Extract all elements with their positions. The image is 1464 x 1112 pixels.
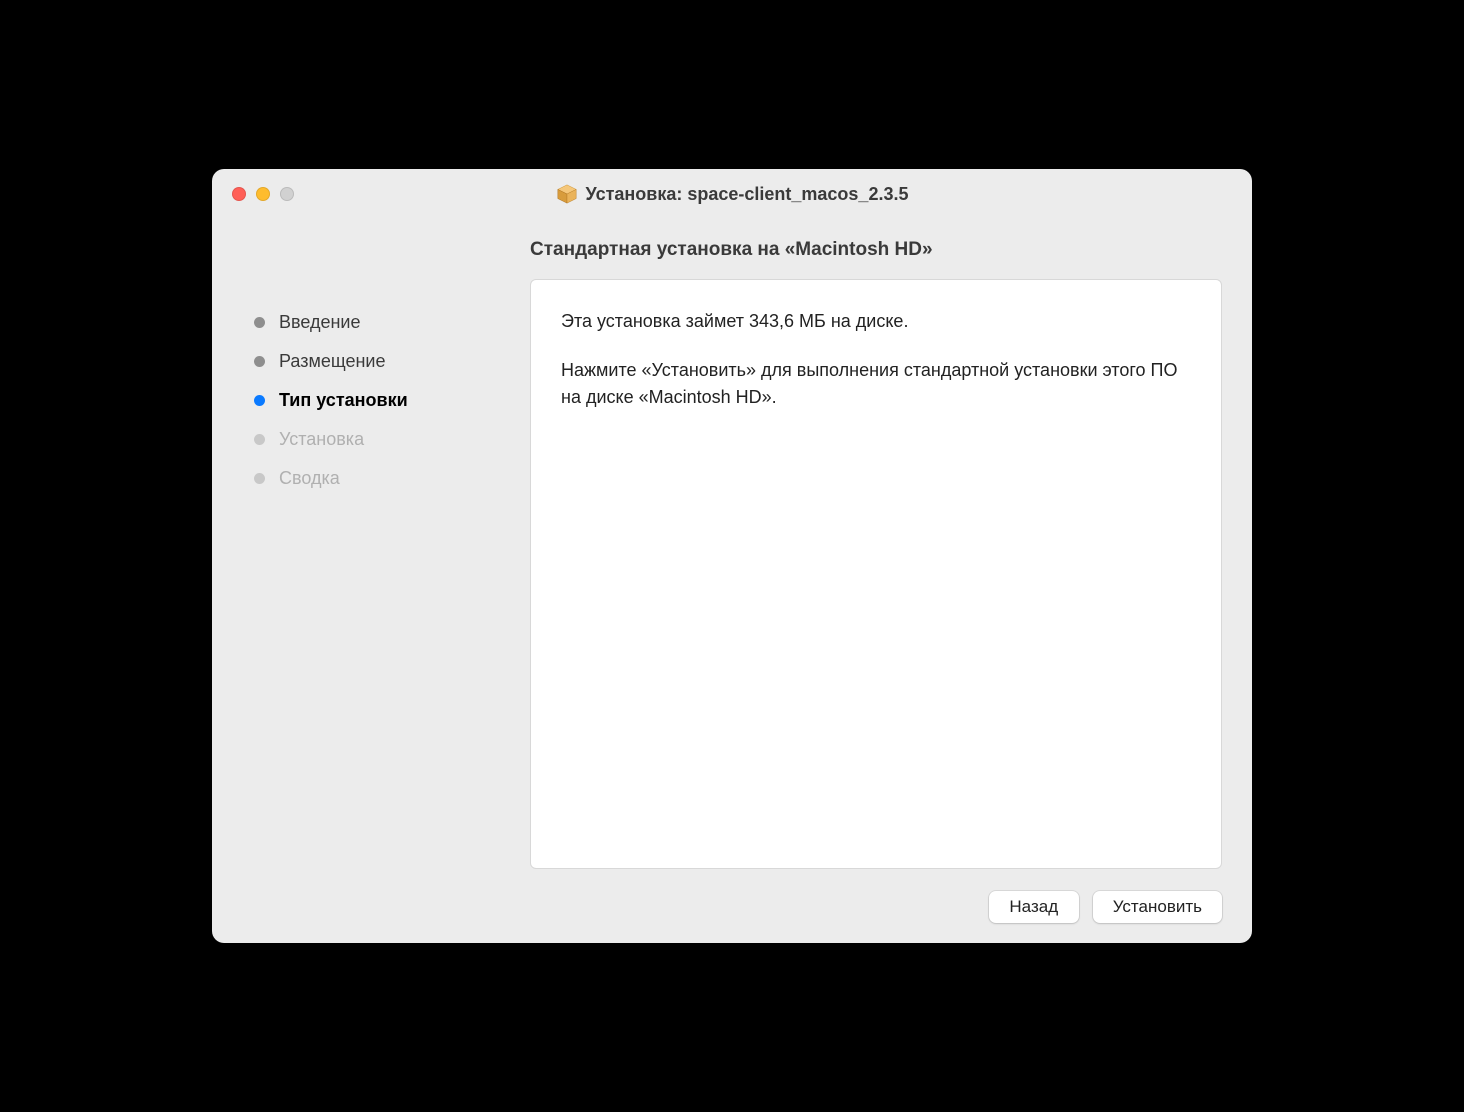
step-destination: Размещение (242, 342, 510, 381)
step-introduction: Введение (242, 303, 510, 342)
step-dot-icon (254, 434, 265, 445)
button-row: Назад Установить (242, 869, 1222, 923)
installer-window: Установка: space-client_macos_2.3.5 Стан… (212, 169, 1252, 943)
step-installation-type: Тип установки (242, 381, 510, 420)
step-summary: Сводка (242, 459, 510, 498)
step-label: Установка (279, 429, 364, 450)
step-dot-icon (254, 317, 265, 328)
step-dot-icon (254, 473, 265, 484)
step-label: Введение (279, 312, 361, 333)
traffic-lights (232, 187, 294, 201)
back-button[interactable]: Назад (989, 891, 1079, 923)
minimize-icon[interactable] (256, 187, 270, 201)
package-icon (556, 183, 578, 205)
sidebar: Введение Размещение Тип установки Устано… (242, 279, 510, 869)
install-button[interactable]: Установить (1093, 891, 1222, 923)
columns: Введение Размещение Тип установки Устано… (242, 279, 1222, 869)
title-wrap: Установка: space-client_macos_2.3.5 (556, 183, 909, 205)
step-installation: Установка (242, 420, 510, 459)
step-dot-icon (254, 395, 265, 406)
content-panel: Эта установка займет 343,6 МБ на диске. … (530, 279, 1222, 869)
step-label: Тип установки (279, 390, 408, 411)
close-icon[interactable] (232, 187, 246, 201)
page-subtitle: Стандартная установка на «Macintosh HD» (530, 239, 933, 260)
window-title: Установка: space-client_macos_2.3.5 (586, 184, 909, 205)
install-size-text: Эта установка займет 343,6 МБ на диске. (561, 308, 1191, 335)
window-body: Стандартная установка на «Macintosh HD» … (212, 219, 1252, 943)
step-label: Размещение (279, 351, 385, 372)
step-dot-icon (254, 356, 265, 367)
install-instruction-text: Нажмите «Установить» для выполнения стан… (561, 357, 1191, 411)
titlebar: Установка: space-client_macos_2.3.5 (212, 169, 1252, 219)
maximize-icon (280, 187, 294, 201)
subtitle-row: Стандартная установка на «Macintosh HD» (530, 219, 1222, 279)
step-label: Сводка (279, 468, 340, 489)
